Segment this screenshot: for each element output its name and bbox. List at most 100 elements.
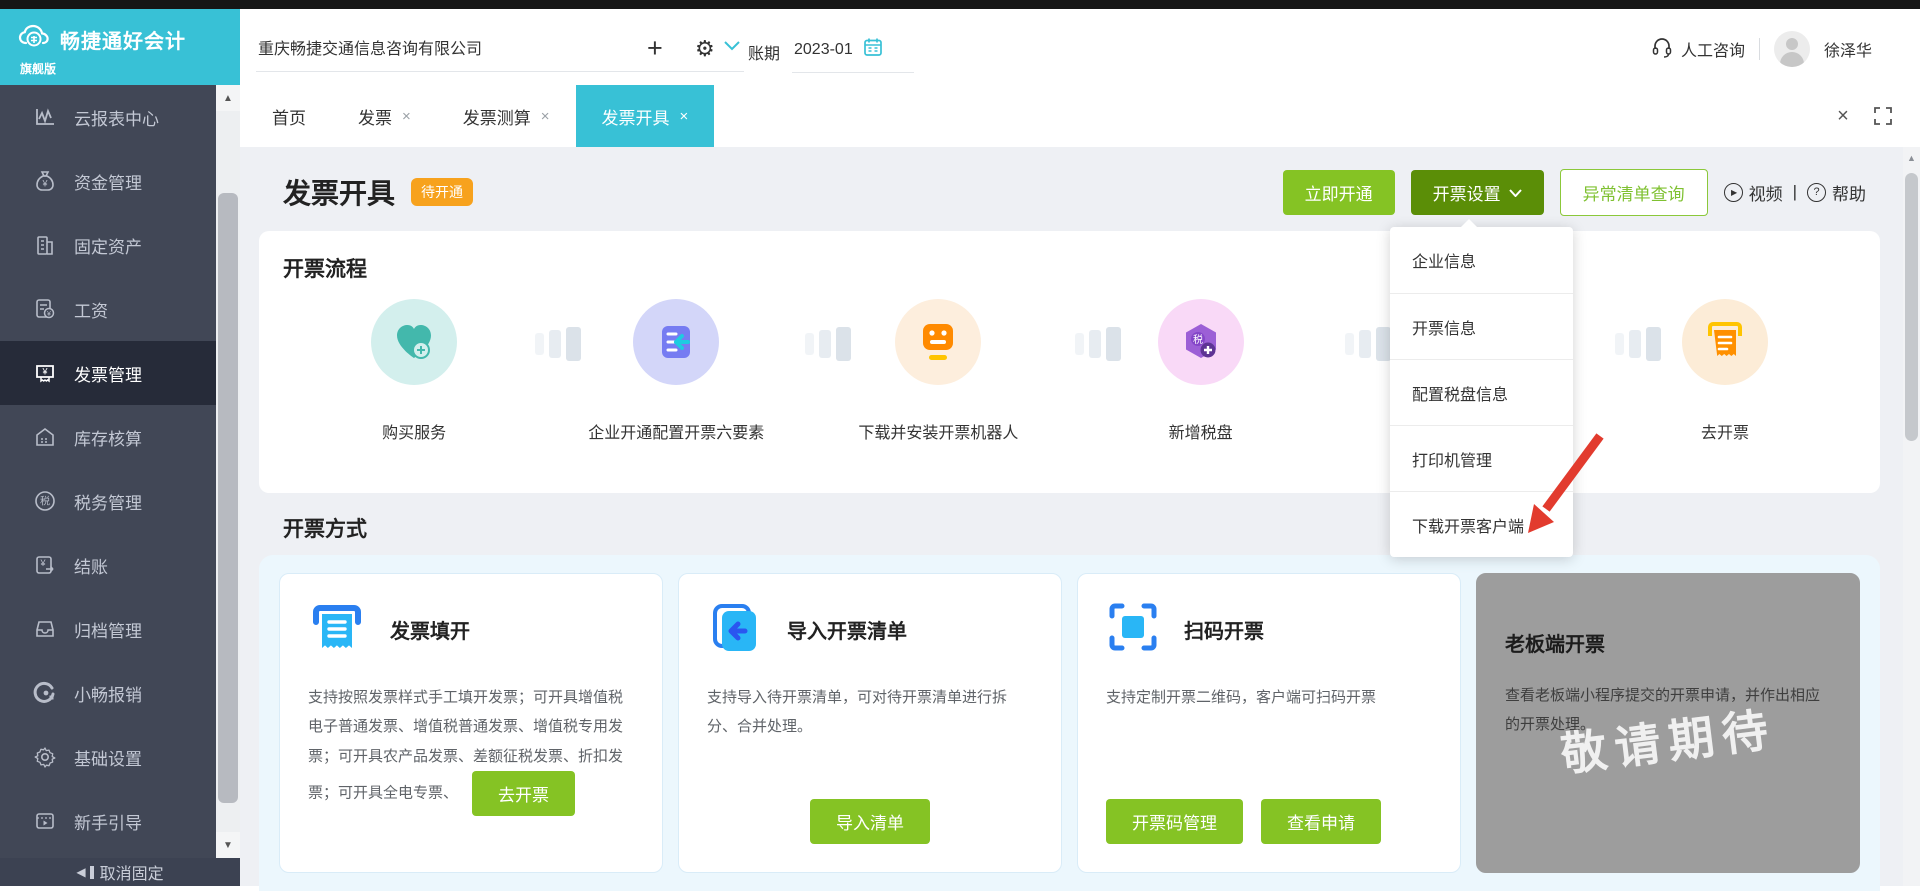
invoice-icon: ¥: [32, 360, 58, 386]
unpin-sidebar-button[interactable]: ◀ 取消固定: [0, 858, 240, 886]
card-import-list: 导入开票清单 支持导入待开票清单，可对待开票清单进行拆分、合并处理。 导入清单: [678, 573, 1062, 873]
scroll-up-icon[interactable]: ▲: [216, 85, 240, 111]
sidebar-item-label: 资金管理: [74, 173, 142, 193]
go-invoice-button[interactable]: 去开票: [472, 770, 576, 816]
scroll-down-icon[interactable]: ▼: [216, 832, 240, 858]
go-invoice-icon: [1681, 299, 1768, 385]
avatar[interactable]: [1773, 31, 1810, 67]
help-icon: ?: [1807, 182, 1826, 202]
tab-invoice-issue[interactable]: 发票开具 ×: [575, 85, 715, 147]
sidebar-item-label: 小畅报销: [74, 685, 142, 705]
sidebar-item-label: 新手引导: [74, 813, 142, 833]
flow-section-title: 开票流程: [283, 258, 367, 281]
settings-gear-icon[interactable]: ⚙: [695, 36, 715, 62]
sidebar-item-cloud-reports[interactable]: 云报表中心: [0, 85, 216, 149]
user-name[interactable]: 徐泽华: [1824, 37, 1872, 61]
live-support-button[interactable]: 人工咨询: [1651, 36, 1745, 63]
flow-step-go-invoice[interactable]: 去开票: [1594, 299, 1856, 443]
view-requests-button[interactable]: 查看申请: [1261, 799, 1381, 844]
flow-step-add-tax-disk[interactable]: 税 新增税盘: [1070, 299, 1332, 443]
sidebar-item-tax[interactable]: 税 税务管理: [0, 469, 216, 533]
menu-item-invoicing-info[interactable]: 开票信息: [1390, 293, 1573, 359]
flow-arrow: [1615, 327, 1661, 361]
flow-step-configure-elements[interactable]: 企业开通配置开票六要素: [545, 299, 807, 443]
invoicing-flow-panel: 开票流程 购买服务 企业开通配置开票六要素 下载并安装开票机器人 税 新增税盘 …: [259, 231, 1880, 493]
payroll-calc-icon: ¥: [32, 296, 58, 322]
xiaochang-expense-icon: [32, 680, 58, 706]
period-label: 账期: [748, 46, 781, 63]
video-button[interactable]: ▶ 视频: [1723, 180, 1783, 205]
sidebar-scrollbar[interactable]: ▲ ▼: [216, 85, 240, 858]
sidebar-item-label: 库存核算: [74, 429, 142, 449]
sidebar-item-guide[interactable]: 新手引导: [0, 789, 216, 853]
qr-scan-icon: [1106, 600, 1160, 659]
period-value: 2023-01: [794, 40, 853, 58]
sidebar-item-label: 固定资产: [74, 237, 142, 257]
sidebar-item-settings[interactable]: 基础设置: [0, 725, 216, 789]
svg-text:¥: ¥: [41, 367, 48, 377]
tab-invoice-calc[interactable]: 发票测算 ×: [437, 85, 576, 147]
card-title: 扫码开票: [1184, 621, 1264, 643]
menu-item-printer-management[interactable]: 打印机管理: [1390, 425, 1573, 491]
flow-step-buy-service[interactable]: 购买服务: [283, 299, 545, 443]
tab-home[interactable]: 首页: [246, 85, 332, 147]
tab-invoice[interactable]: 发票 ×: [332, 85, 437, 147]
sidebar-item-funds[interactable]: ¥ 资金管理: [0, 149, 216, 213]
page-title: 发票开具: [283, 178, 396, 209]
menu-item-download-client[interactable]: 下载开票客户端: [1390, 491, 1573, 557]
close-all-tabs-icon[interactable]: ×: [1823, 85, 1863, 147]
menu-item-company-info[interactable]: 企业信息: [1390, 227, 1573, 293]
tab-bar: 首页 发票 × 发票测算 × 发票开具 × ×: [240, 85, 1920, 147]
company-selector[interactable]: 重庆畅捷交通信息咨询有限公司: [256, 27, 744, 72]
sidebar-item-label: 发票管理: [74, 365, 142, 385]
header: 重庆畅捷交通信息咨询有限公司 + ⚙ 账期 2023-01 人工咨询 徐泽华: [240, 9, 1920, 85]
fullscreen-icon[interactable]: [1863, 85, 1903, 147]
sidebar-item-label: 结账: [74, 557, 108, 577]
period-selector[interactable]: 2023-01: [792, 33, 914, 73]
invoice-code-manage-button[interactable]: 开票码管理: [1106, 799, 1243, 844]
menu-item-tax-disk-config[interactable]: 配置税盘信息: [1390, 359, 1573, 425]
add-account-button[interactable]: +: [647, 33, 663, 64]
page-scrollbar[interactable]: ▲: [1903, 147, 1920, 886]
warehouse-icon: [32, 424, 58, 450]
flow-arrow: [1345, 327, 1391, 361]
activate-now-button[interactable]: 立即开通: [1282, 169, 1395, 215]
abnormal-list-button[interactable]: 异常清单查询: [1559, 168, 1708, 216]
closing-book-icon: ¥: [32, 552, 58, 578]
invoice-settings-dropdown: 企业信息 开票信息 配置税盘信息 打印机管理 下载开票客户端: [1390, 219, 1573, 557]
video-guide-icon: [32, 808, 58, 834]
help-button[interactable]: ? 帮助: [1807, 180, 1866, 205]
sidebar-item-label: 基础设置: [74, 749, 142, 769]
sidebar-item-label: 工资: [74, 301, 108, 321]
scroll-up-icon[interactable]: ▲: [1903, 147, 1920, 163]
app-edition: 旗舰版: [20, 62, 57, 76]
chevron-down-icon: [1508, 182, 1522, 202]
gear-icon: [32, 744, 58, 770]
close-tab-icon[interactable]: ×: [680, 108, 689, 125]
sidebar-item-archive[interactable]: 归档管理: [0, 597, 216, 661]
close-tab-icon[interactable]: ×: [541, 108, 550, 125]
sidebar-item-invoice-management[interactable]: ¥ 发票管理: [0, 341, 216, 405]
card-desc: 支持定制开票二维码，客户端可扫码开票: [1106, 689, 1377, 706]
sidebar-item-payroll[interactable]: ¥ 工资: [0, 277, 216, 341]
sidebar-item-label: 归档管理: [74, 621, 142, 641]
sidebar-item-inventory[interactable]: 库存核算: [0, 405, 216, 469]
card-desc: 支持导入待开票清单，可对待开票清单进行拆分、合并处理。: [707, 689, 1008, 736]
archive-tray-icon: [32, 616, 58, 642]
card-manual-invoice: 发票填开 支持按照发票样式手工填开发票；可开具增值税电子普通发票、增值税普通发票…: [279, 573, 663, 873]
close-tab-icon[interactable]: ×: [402, 108, 411, 125]
sidebar-item-label: 云报表中心: [74, 109, 159, 129]
sidebar-item-closing[interactable]: ¥ 结账: [0, 533, 216, 597]
app-logo-icon: [18, 23, 52, 56]
invoice-settings-button[interactable]: 开票设置: [1410, 169, 1544, 215]
card-desc: 支持按照发票样式手工填开发票；可开具增值税电子普通发票、增值税普通发票、增值税专…: [308, 689, 624, 802]
sidebar-item-expense[interactable]: 小畅报销: [0, 661, 216, 725]
add-tax-disk-icon: 税: [1157, 299, 1244, 385]
tax-icon: 税: [32, 488, 58, 514]
sidebar-scroll-thumb[interactable]: [218, 193, 238, 803]
sidebar-item-fixed-assets[interactable]: 固定资产: [0, 213, 216, 277]
import-list-button[interactable]: 导入清单: [810, 799, 930, 844]
page-scroll-thumb[interactable]: [1905, 173, 1918, 441]
flow-step-install-robot[interactable]: 下载并安装开票机器人: [807, 299, 1069, 443]
invoicing-methods-panel: 发票填开 支持按照发票样式手工填开发票；可开具增值税电子普通发票、增值税普通发票…: [259, 555, 1880, 891]
